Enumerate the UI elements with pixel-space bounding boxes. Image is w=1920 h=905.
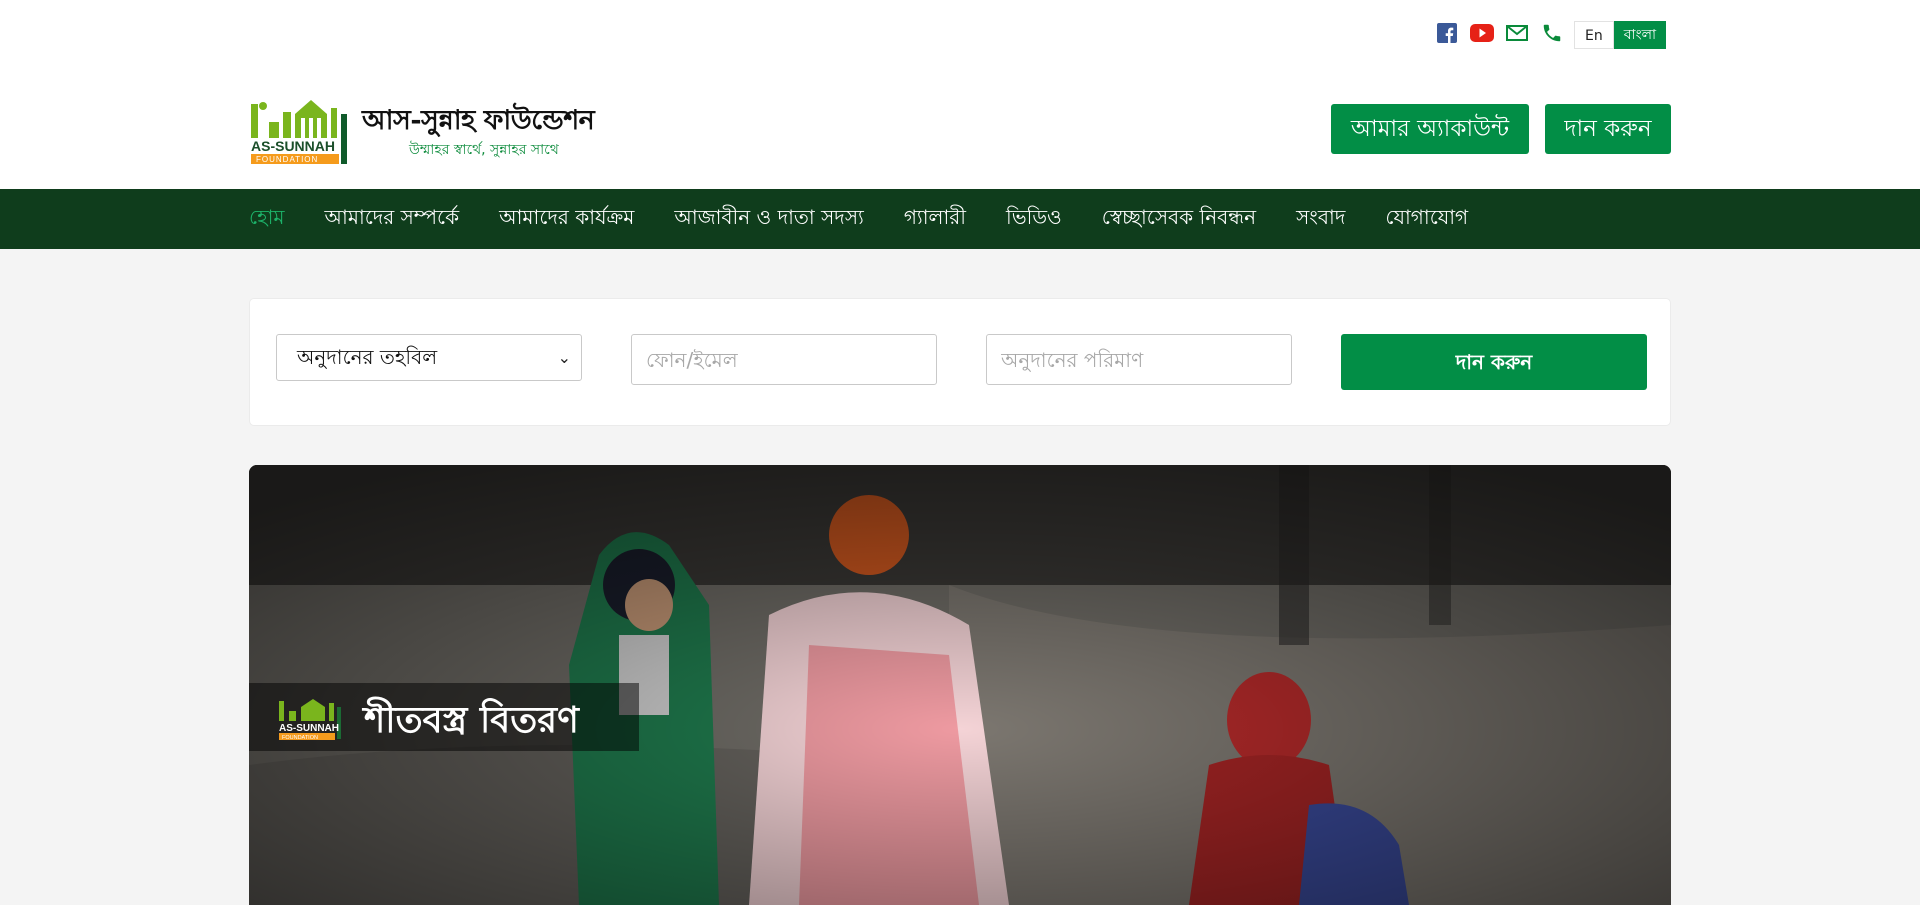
site-header: AS-SUNNAH FOUNDATION আস-সুন্নাহ ফাউন্ডেশ… xyxy=(0,64,1920,189)
logo-tagline: উম্মাহর স্বার্থে, সুন্নাহর সাথে xyxy=(409,142,559,158)
donation-form: অনুদানের তহবিল ⌄ দান করুন xyxy=(249,298,1671,426)
my-account-button[interactable]: আমার অ্যাকাউন্ট xyxy=(1331,104,1529,154)
amount-field[interactable] xyxy=(1001,335,1277,384)
lang-bn-button[interactable]: বাংলা xyxy=(1613,21,1667,49)
nav-item-video[interactable]: ভিডিও xyxy=(1006,203,1062,236)
svg-text:FOUNDATION: FOUNDATION xyxy=(256,155,318,164)
donate-submit-button[interactable]: দান করুন xyxy=(1341,334,1647,390)
social-links xyxy=(1435,21,1575,45)
amount-field-wrap xyxy=(986,334,1292,385)
nav-item-activities[interactable]: আমাদের কার্যক্রম xyxy=(499,203,634,236)
header-donate-button[interactable]: দান করুন xyxy=(1545,104,1671,154)
nav-item-about[interactable]: আমাদের সম্পর্কে xyxy=(325,203,460,236)
phone-email-field[interactable] xyxy=(646,335,922,384)
hero-caption-badge: AS-SUNNAH FOUNDATION শীতবস্ত্র বিতরণ xyxy=(249,683,639,751)
badge-logo-icon: AS-SUNNAH FOUNDATION xyxy=(279,699,341,741)
svg-text:AS-SUNNAH: AS-SUNNAH xyxy=(251,138,335,154)
top-utility-bar: En বাংলা xyxy=(0,0,1920,64)
facebook-icon[interactable] xyxy=(1435,21,1459,45)
main-nav: হোম আমাদের সম্পর্কে আমাদের কার্যক্রম আজা… xyxy=(0,189,1920,249)
nav-item-gallery[interactable]: গ্যালারী xyxy=(904,203,966,236)
phone-email-field-wrap xyxy=(631,334,937,385)
nav-item-members[interactable]: আজাবীন ও দাতা সদস্য xyxy=(674,203,863,236)
phone-icon[interactable] xyxy=(1540,21,1564,45)
fund-select[interactable]: অনুদানের তহবিল ⌄ xyxy=(276,334,582,381)
nav-item-volunteer[interactable]: স্বেচ্ছাসেবক নিবন্ধন xyxy=(1102,203,1256,236)
youtube-icon[interactable] xyxy=(1470,21,1494,45)
language-switcher: En বাংলা xyxy=(1574,21,1667,49)
chevron-down-icon: ⌄ xyxy=(557,348,571,367)
nav-item-home[interactable]: হোম xyxy=(249,203,285,236)
hero-caption-title: শীতবস্ত্র বিতরণ xyxy=(364,700,579,741)
fund-select-value: অনুদানের তহবিল xyxy=(297,345,438,369)
lang-en-button[interactable]: En xyxy=(1574,21,1614,49)
nav-item-news[interactable]: সংবাদ xyxy=(1296,203,1345,236)
nav-item-contact[interactable]: যোগাযোগ xyxy=(1385,203,1468,236)
logo-mark-icon: AS-SUNNAH FOUNDATION xyxy=(251,100,347,164)
svg-text:AS-SUNNAH: AS-SUNNAH xyxy=(279,723,339,734)
site-logo[interactable]: AS-SUNNAH FOUNDATION আস-সুন্নাহ ফাউন্ডেশ… xyxy=(249,94,609,168)
mail-icon[interactable] xyxy=(1505,21,1529,45)
hero-banner[interactable]: AS-SUNNAH FOUNDATION শীতবস্ত্র বিতরণ xyxy=(249,465,1671,905)
svg-text:FOUNDATION: FOUNDATION xyxy=(282,735,318,741)
